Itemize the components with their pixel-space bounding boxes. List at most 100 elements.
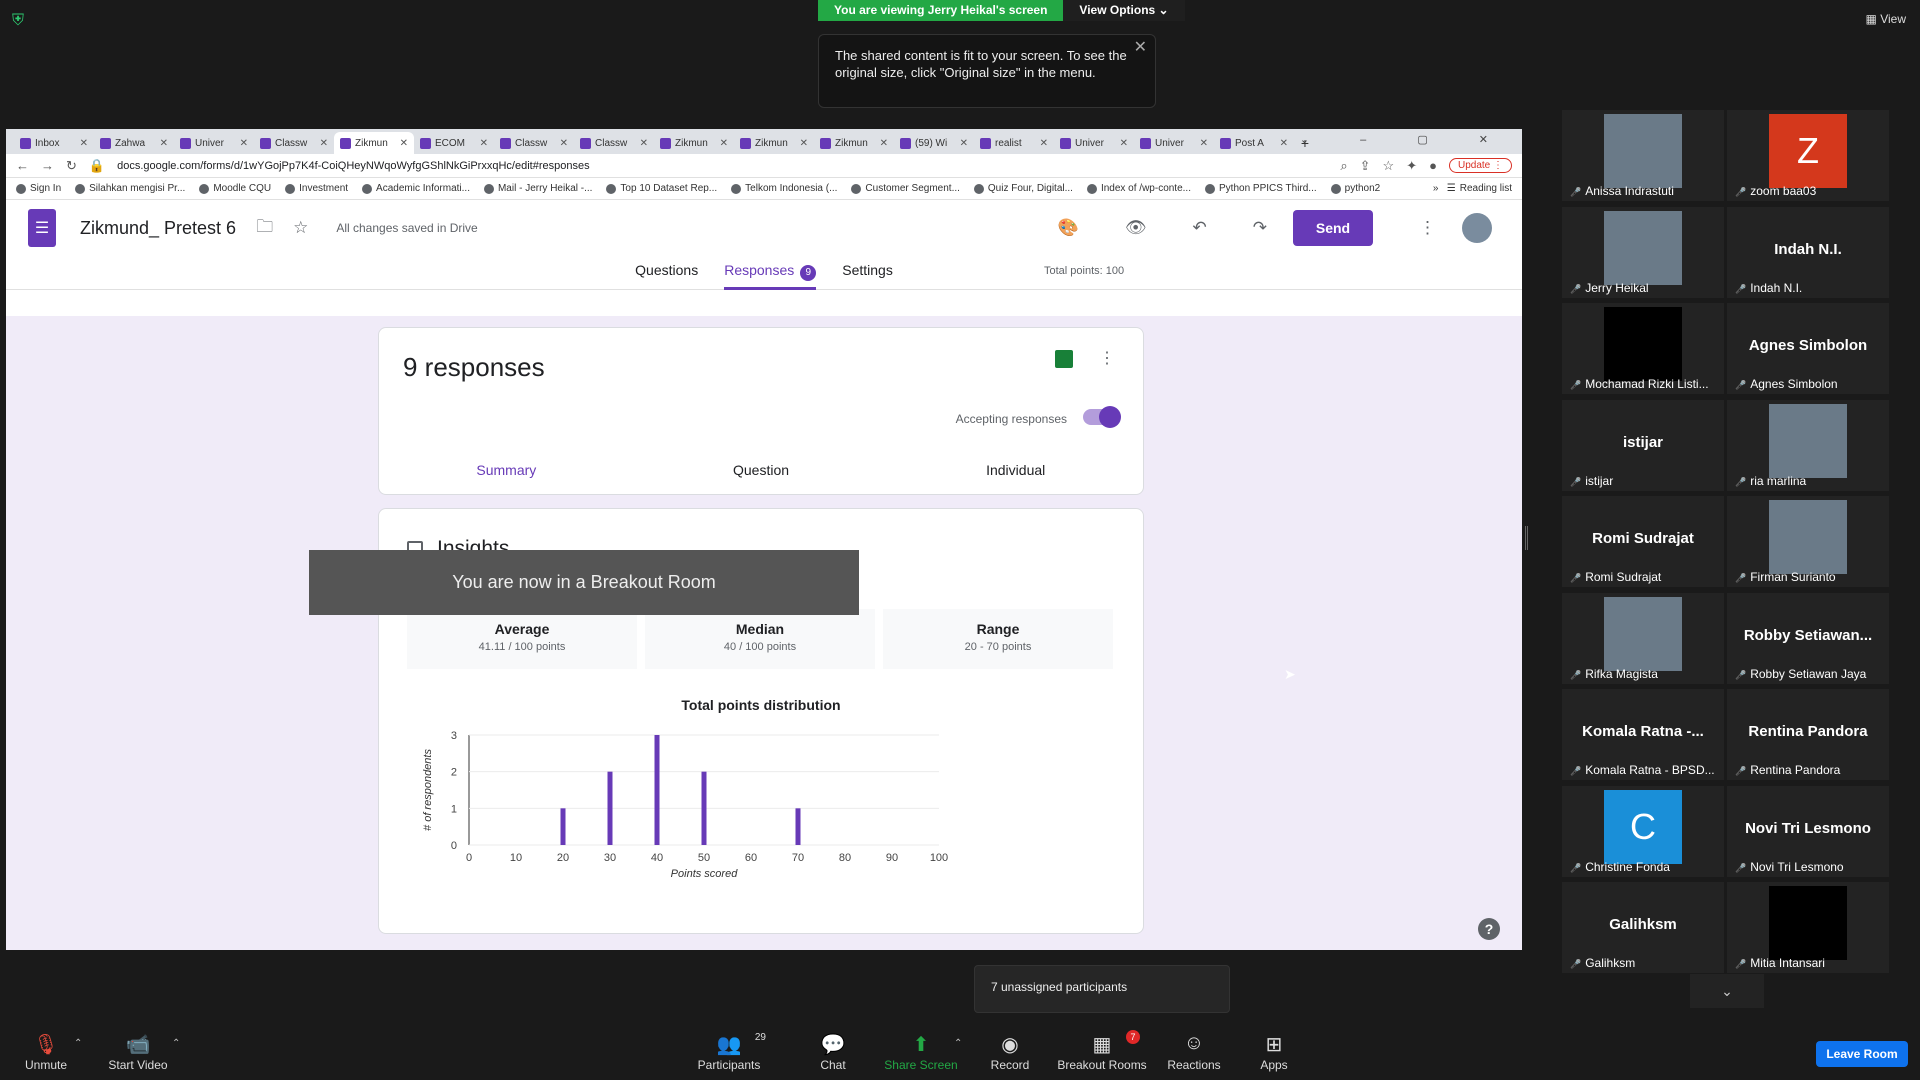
close-tab-icon[interactable]: ✕ (1120, 138, 1128, 149)
reactions-button[interactable]: ☺ Reactions (1166, 1032, 1222, 1072)
view-options-button[interactable]: View Options ⌄ (1063, 0, 1185, 21)
bookmark-item[interactable]: Quiz Four, Digital... (973, 183, 1073, 194)
close-tab-icon[interactable]: ✕ (800, 138, 808, 149)
bookmark-item[interactable]: Customer Segment... (851, 183, 960, 194)
forward-icon[interactable]: → (41, 158, 54, 173)
reload-icon[interactable]: ↻ (66, 158, 77, 174)
url-field[interactable]: docs.google.com/forms/d/1wYGojPp7K4f-Coi… (117, 160, 1328, 172)
participants-button[interactable]: 👥 29 Participants (694, 1032, 766, 1072)
browser-tab[interactable]: Post A ✕ (1214, 132, 1294, 154)
participant-tile[interactable]: Romi Sudrajat Romi Sudrajat (1562, 496, 1724, 587)
leave-room-button[interactable]: Leave Room (1816, 1041, 1908, 1067)
video-options-caret[interactable]: ⌃ (172, 1038, 180, 1049)
star-icon[interactable]: ☆ (293, 218, 308, 238)
participant-tile[interactable]: Mitia Intansari (1727, 882, 1889, 973)
bookmark-item[interactable]: Academic Informati... (362, 183, 470, 194)
participant-tile[interactable]: Zzoom baa03 (1727, 110, 1889, 201)
more-vert-icon[interactable]: ⋮ (1419, 218, 1436, 238)
participant-tile[interactable]: CChristine Fonda (1562, 785, 1724, 877)
bookmark-item[interactable]: Index of /wp-conte... (1086, 183, 1191, 194)
form-title[interactable]: Zikmund_ Pretest 6 (80, 218, 236, 239)
update-button[interactable]: Update ⋮ (1448, 158, 1512, 173)
close-tab-icon[interactable]: ✕ (720, 138, 728, 149)
google-forms-logo-icon[interactable]: ☰ (28, 209, 56, 247)
breakout-rooms-button[interactable]: ▦ 7 Breakout Rooms (1056, 1030, 1148, 1072)
share-screen-button[interactable]: ⬆ Share Screen (882, 1032, 960, 1072)
reading-list-button[interactable]: » ☰ Reading list (1433, 183, 1512, 194)
bookmark-item[interactable]: python2 (1330, 183, 1380, 194)
close-tab-icon[interactable]: ✕ (320, 138, 328, 149)
browser-tab[interactable]: ECOM ✕ (414, 132, 494, 154)
redo-icon[interactable]: ↷ (1253, 218, 1267, 238)
close-tab-icon[interactable]: ✕ (160, 138, 168, 149)
participant-tile[interactable]: Komala Ratna -... Komala Ratna - BPSD... (1562, 689, 1724, 780)
folder-icon[interactable]: 🗀 (256, 214, 273, 243)
browser-tab[interactable]: Classw ✕ (574, 132, 654, 154)
close-tab-icon[interactable]: ✕ (80, 138, 88, 149)
participant-tile[interactable]: Anissa Indrastuti (1562, 110, 1724, 201)
tab-responses[interactable]: Responses 9 (724, 256, 817, 290)
security-shield-icon[interactable]: ⛨ (12, 12, 28, 30)
panel-resize-handle[interactable] (1525, 526, 1528, 550)
audio-options-caret[interactable]: ⌃ (74, 1038, 82, 1049)
account-avatar[interactable] (1462, 213, 1492, 243)
participant-tile[interactable]: Mochamad Rizki Listi... (1562, 303, 1724, 394)
close-icon[interactable]: ✕ (1134, 39, 1147, 56)
bookmark-star-icon[interactable]: ☆ (1383, 158, 1395, 174)
participant-tile[interactable]: Robby Setiawan... Robby Setiawan Jaya (1727, 592, 1889, 684)
close-tab-icon[interactable]: ✕ (1280, 138, 1288, 149)
browser-tab[interactable]: Inbox ✕ (14, 132, 94, 154)
close-tab-icon[interactable]: ✕ (1040, 138, 1048, 149)
palette-icon[interactable]: 🎨 (1058, 218, 1079, 238)
browser-tab[interactable]: Univer ✕ (1054, 132, 1134, 154)
close-tab-icon[interactable]: ✕ (240, 138, 248, 149)
participant-tile[interactable]: istijar istijar (1562, 399, 1724, 491)
participant-tile[interactable]: Firman Surianto (1727, 496, 1889, 587)
bookmark-item[interactable]: Sign In (16, 183, 61, 194)
record-button[interactable]: ◉ Record (984, 1032, 1036, 1072)
profile-icon[interactable]: ● (1429, 158, 1437, 173)
browser-tab[interactable]: Zikmun ✕ (734, 132, 814, 154)
zoom-icon[interactable]: ⌕ (1340, 158, 1347, 174)
close-tab-icon[interactable]: ✕ (400, 138, 408, 149)
close-tab-icon[interactable]: ✕ (480, 138, 488, 149)
bookmark-item[interactable]: Top 10 Dataset Rep... (606, 183, 717, 194)
close-tab-icon[interactable]: ✕ (880, 138, 888, 149)
participant-tile[interactable]: Indah N.I. Indah N.I. (1727, 206, 1889, 298)
close-tab-icon[interactable]: ✕ (560, 138, 568, 149)
start-video-button[interactable]: 📹 Start Video (104, 1032, 172, 1072)
bookmark-item[interactable]: Moodle CQU (199, 183, 271, 194)
chevron-down-icon[interactable]: ⌄ (1690, 974, 1764, 1008)
chat-button[interactable]: 💬 Chat (808, 1032, 858, 1072)
extensions-icon[interactable]: ✦ (1406, 158, 1417, 174)
sheets-icon[interactable] (1055, 350, 1073, 368)
browser-tab[interactable]: Zikmun ✕ (654, 132, 734, 154)
browser-tab[interactable]: realist ✕ (974, 132, 1054, 154)
help-icon[interactable]: ? (1478, 918, 1500, 940)
back-icon[interactable]: ← (16, 158, 29, 173)
view-menu-button[interactable]: ▦ View (1866, 12, 1906, 26)
preview-eye-icon[interactable]: 👁 (1125, 218, 1147, 238)
subtab-individual[interactable]: Individual (888, 462, 1143, 488)
close-tab-icon[interactable]: ✕ (1200, 138, 1208, 149)
subtab-summary[interactable]: Summary (379, 462, 634, 488)
share-options-caret[interactable]: ⌃ (954, 1038, 962, 1049)
share-page-icon[interactable]: ⇪ (1360, 158, 1371, 174)
participant-tile[interactable]: ria marlina (1727, 399, 1889, 491)
apps-button[interactable]: ⊞ Apps (1256, 1032, 1292, 1072)
browser-tab[interactable]: Zikmun ✕ (814, 132, 894, 154)
bookmark-item[interactable]: Mail - Jerry Heikal -... (483, 183, 592, 194)
subtab-question[interactable]: Question (634, 462, 889, 488)
browser-tab[interactable]: Classw ✕ (494, 132, 574, 154)
bookmark-item[interactable]: Silahkan mengisi Pr... (75, 183, 185, 194)
participant-tile[interactable]: Novi Tri Lesmono Novi Tri Lesmono (1727, 785, 1889, 877)
tab-questions[interactable]: Questions (635, 256, 698, 290)
accepting-responses-toggle[interactable] (1083, 406, 1121, 428)
bookmark-item[interactable]: Telkom Indonesia (... (731, 183, 837, 194)
participant-tile[interactable]: Galihksm Galihksm (1562, 882, 1724, 973)
browser-tab[interactable]: Univer ✕ (1134, 132, 1214, 154)
close-tab-icon[interactable]: ✕ (960, 138, 968, 149)
browser-tab[interactable]: Classw ✕ (254, 132, 334, 154)
browser-tab[interactable]: Univer ✕ (174, 132, 254, 154)
unmute-button[interactable]: 🎙 Unmute (22, 1032, 70, 1072)
